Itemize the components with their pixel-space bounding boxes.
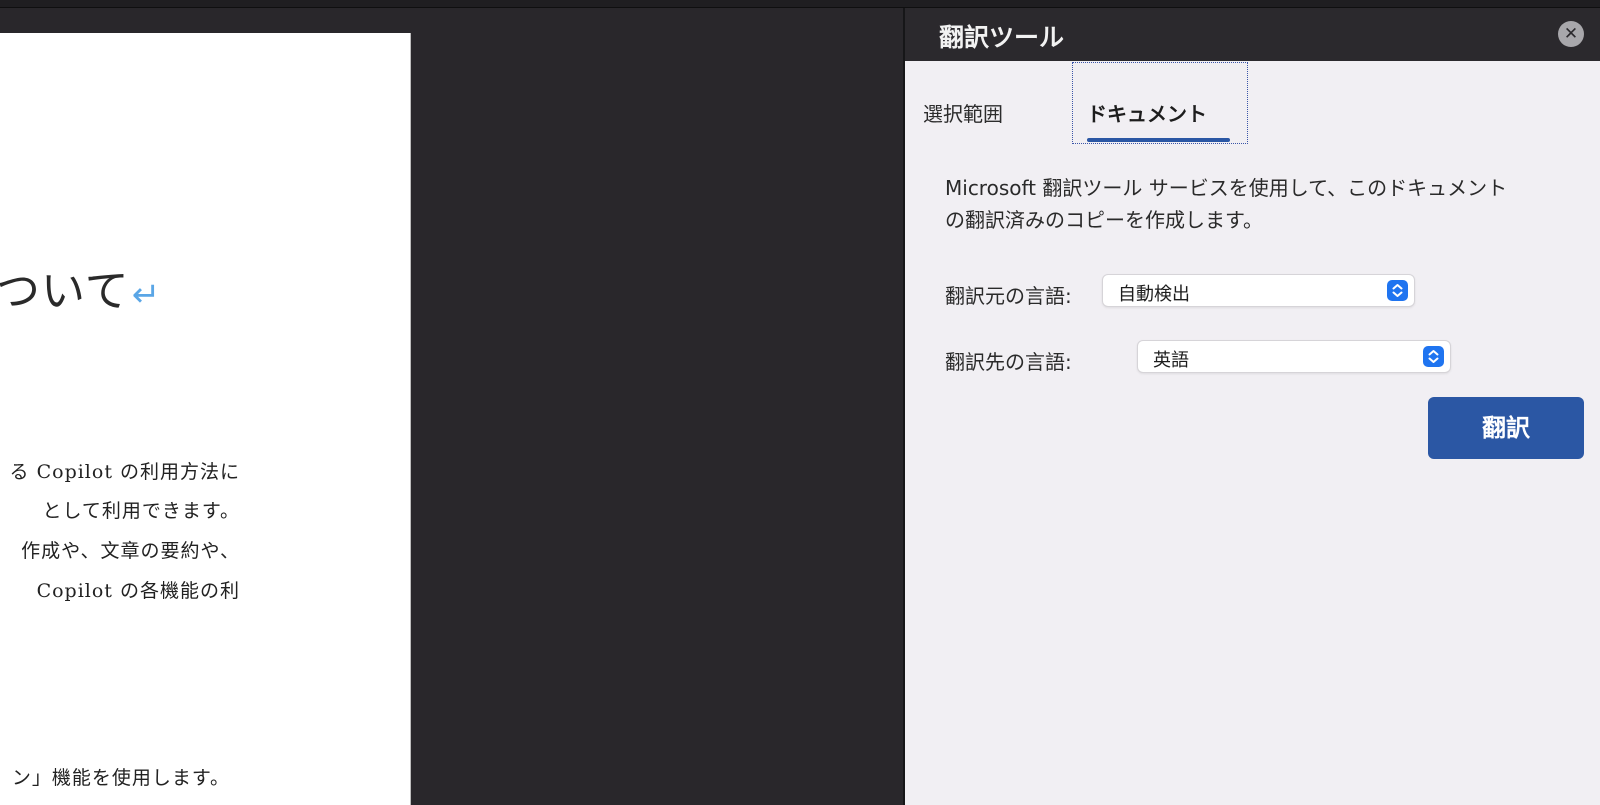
document-text-line: る Copilot の利用方法に <box>9 461 240 483</box>
pane-header: 翻訳ツール ✕ <box>905 8 1600 61</box>
target-language-label: 翻訳先の言語: <box>945 350 1072 374</box>
updown-chevron-icon <box>1423 346 1444 367</box>
tab-document[interactable]: ドキュメント <box>1087 98 1207 127</box>
document-text-line: ン」機能を使用します。 <box>11 767 230 789</box>
document-heading: ついて↵ <box>0 266 162 317</box>
updown-chevron-icon <box>1387 280 1408 301</box>
document-text-line: として利用できます。 <box>42 500 240 522</box>
paragraph-return-icon: ↵ <box>131 275 162 315</box>
source-language-label: 翻訳元の言語: <box>945 284 1072 308</box>
target-language-select[interactable]: 英語 <box>1137 340 1451 373</box>
document-page[interactable]: ついて↵ る Copilot の利用方法に として利用できます。 作成や、文章の… <box>0 33 411 805</box>
translator-pane: 翻訳ツール ✕ 選択範囲 ドキュメント Microsoft 翻訳ツール サービス… <box>903 8 1600 805</box>
pane-title: 翻訳ツール <box>939 23 1065 52</box>
tab-selection[interactable]: 選択範囲 <box>923 98 1003 127</box>
description-text: Microsoft 翻訳ツール サービスを使用して、このドキュメント の翻訳済み… <box>945 176 1508 232</box>
selected-tab-indicator <box>1087 138 1230 142</box>
window-top-edge <box>0 0 1600 8</box>
close-icon[interactable]: ✕ <box>1558 21 1584 47</box>
source-language-value: 自動検出 <box>1118 284 1190 305</box>
source-language-select[interactable]: 自動検出 <box>1102 274 1415 307</box>
document-text-line: Copilot の各機能の利 <box>36 580 240 602</box>
translate-button[interactable]: 翻訳 <box>1428 397 1584 459</box>
document-text-line: 作成や、文章の要約や、 <box>21 540 240 562</box>
target-language-value: 英語 <box>1153 350 1189 371</box>
